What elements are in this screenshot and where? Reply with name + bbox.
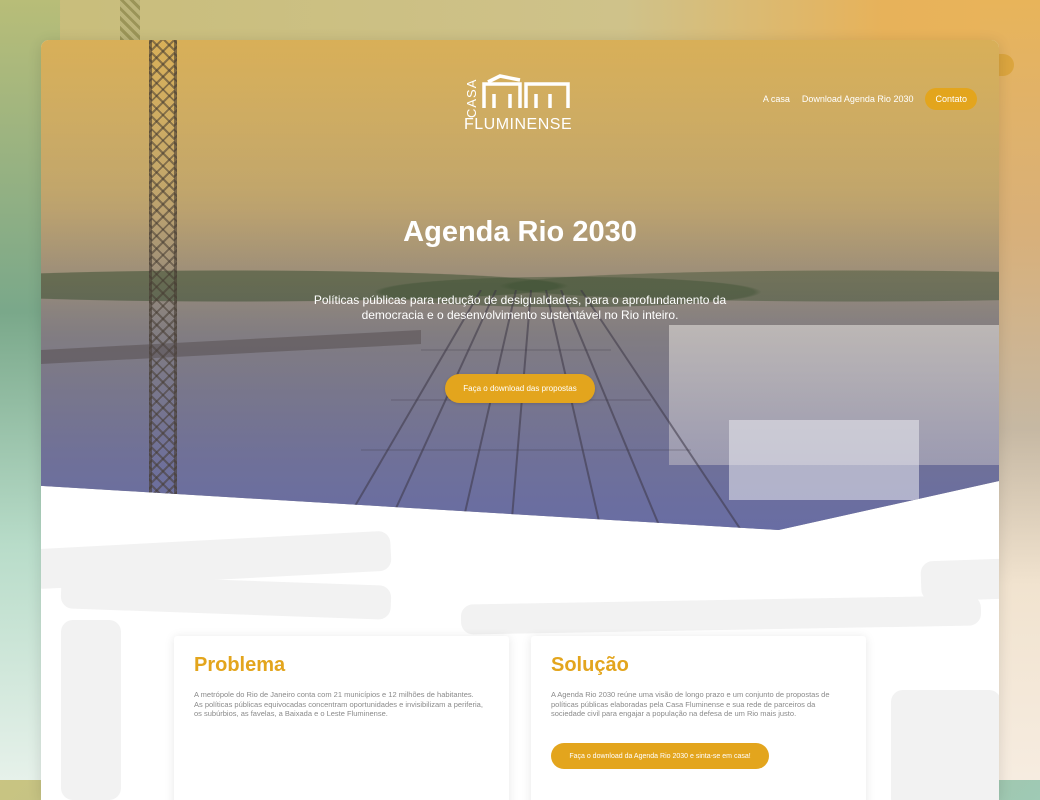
- house-logo-icon: [482, 74, 570, 108]
- logo-fluminense: FLUMINENSE: [464, 116, 573, 133]
- solution-card: Solução A Agenda Rio 2030 reúne uma visã…: [531, 636, 866, 800]
- download-proposals-button[interactable]: Faça o download das propostas: [445, 374, 595, 403]
- solution-text: A Agenda Rio 2030 reúne uma visão de lon…: [551, 690, 830, 718]
- background-top: [0, 0, 1040, 40]
- main-nav: A casa Download Agenda Rio 2030 Contato: [763, 88, 977, 110]
- solution-title: Solução: [551, 654, 629, 676]
- hero-tracks: [340, 290, 742, 530]
- nav-link-download-agenda[interactable]: Download Agenda Rio 2030: [802, 94, 914, 104]
- decorative-stroke: [61, 620, 121, 800]
- logo-casa: CASA: [464, 78, 479, 118]
- decorative-stroke: [460, 595, 982, 635]
- hero-section: CASA FLUMINENSE A casa Download Agenda R…: [41, 40, 999, 530]
- logo[interactable]: CASA FLUMINENSE: [462, 72, 580, 134]
- page-card: CASA FLUMINENSE A casa Download Agenda R…: [41, 40, 999, 800]
- problem-text: A metrópole do Rio de Janeiro conta com …: [194, 690, 483, 718]
- problem-title: Problema: [194, 654, 286, 676]
- decorative-stroke: [60, 574, 392, 620]
- background-tower: [120, 0, 140, 40]
- download-agenda-button[interactable]: Faça o download da Agenda Rio 2030 e sin…: [551, 743, 769, 769]
- nav-link-a-casa[interactable]: A casa: [763, 94, 790, 104]
- decorative-stroke: [891, 690, 999, 800]
- hero-title: Agenda Rio 2030: [403, 216, 637, 248]
- problem-card: Problema A metrópole do Rio de Janeiro c…: [174, 636, 509, 800]
- contact-button[interactable]: Contato: [925, 88, 977, 110]
- decorative-stroke: [920, 558, 999, 602]
- hero-subtitle: Políticas públicas para redução de desig…: [313, 293, 727, 322]
